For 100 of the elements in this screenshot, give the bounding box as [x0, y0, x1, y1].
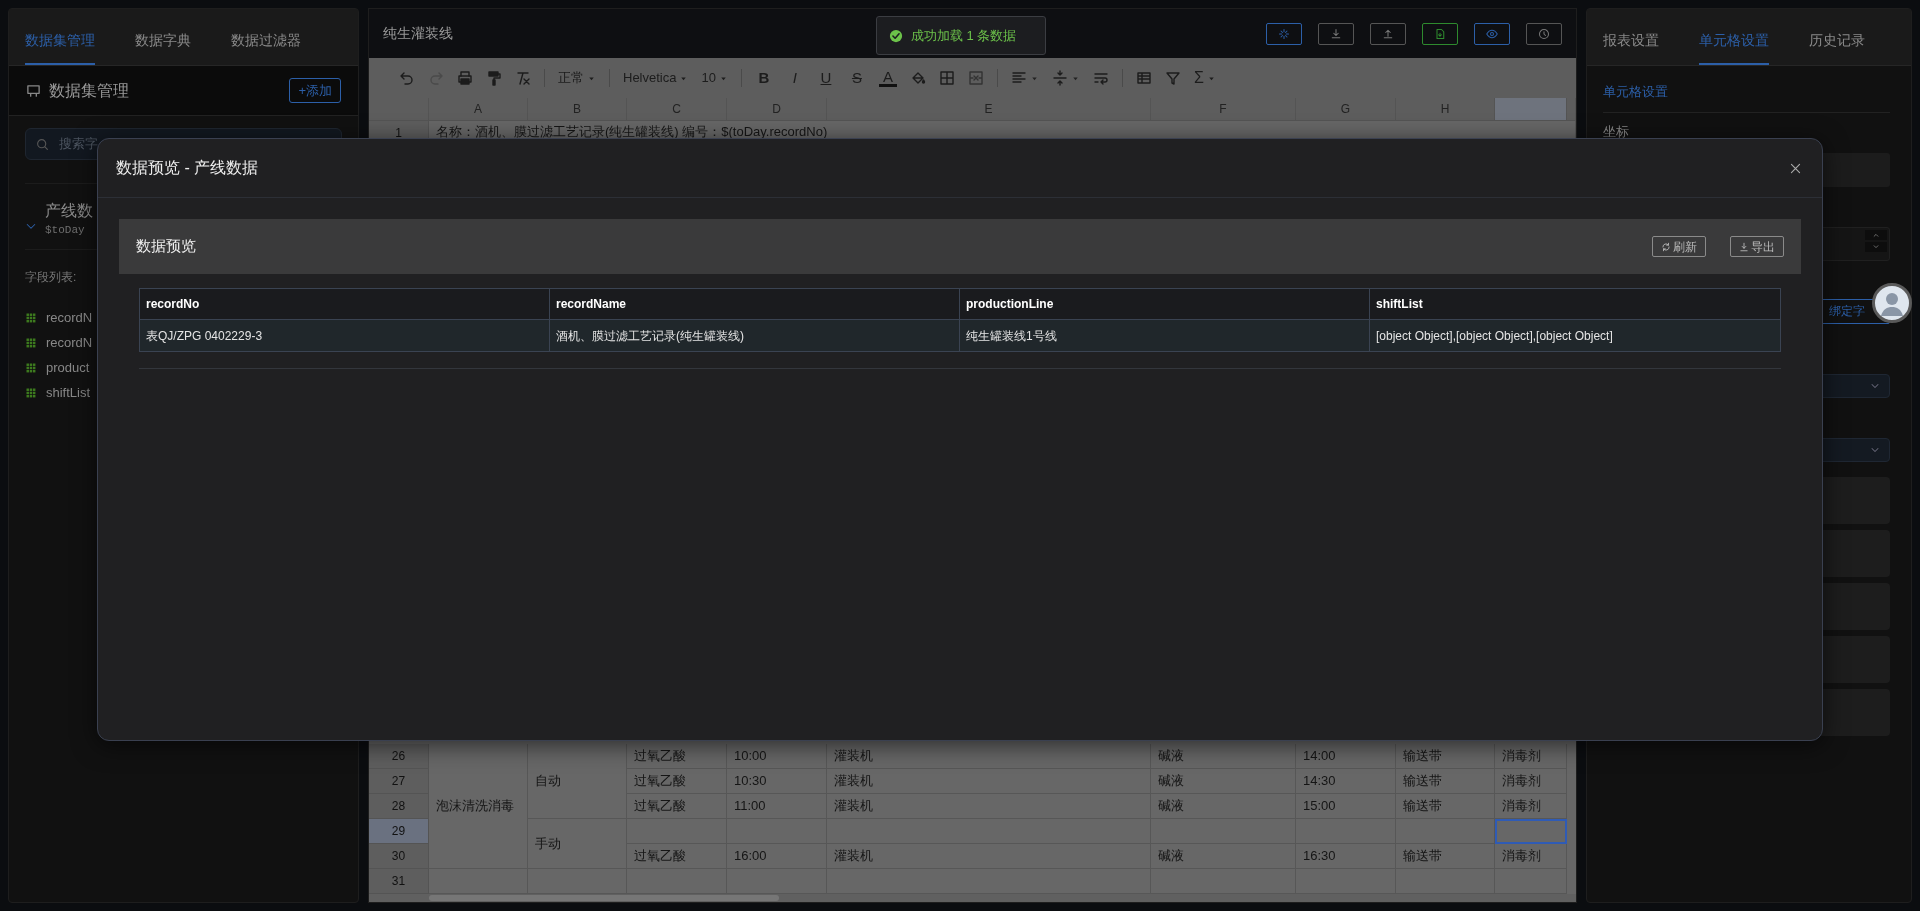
vertical-align-icon[interactable]: [1051, 70, 1068, 86]
corner-cell[interactable]: [369, 98, 429, 121]
table-cell[interactable]: 输送带: [1396, 744, 1495, 769]
field-name[interactable]: recordN: [46, 333, 93, 353]
panel-tab[interactable]: 数据字典: [135, 30, 191, 65]
clear-format-icon[interactable]: [515, 70, 531, 86]
table-cell[interactable]: 10:00: [727, 744, 827, 769]
preview-button[interactable]: [1474, 22, 1510, 45]
column-header[interactable]: [1495, 98, 1567, 121]
field-name[interactable]: recordN: [46, 308, 93, 328]
dataset-name[interactable]: 产线数: [45, 200, 93, 222]
download-button[interactable]: [1318, 22, 1354, 45]
column-header[interactable]: B: [528, 98, 627, 121]
paint-format-icon[interactable]: [486, 70, 502, 86]
empty-cell[interactable]: [1396, 819, 1495, 844]
chevron-down-icon[interactable]: [1865, 241, 1887, 252]
bold-button[interactable]: B: [754, 69, 773, 87]
row-number[interactable]: 29: [369, 819, 429, 844]
column-header[interactable]: D: [727, 98, 827, 121]
row-number[interactable]: 28: [369, 794, 429, 819]
row-number[interactable]: 31: [369, 869, 429, 894]
table-cell[interactable]: 过氧乙酸: [627, 769, 727, 794]
wrap-text-icon[interactable]: [1092, 70, 1109, 86]
modal-title: 数据预览 - 产线数据: [116, 158, 259, 178]
table-cell[interactable]: 过氧乙酸: [627, 794, 727, 819]
wand-button[interactable]: [1266, 22, 1302, 45]
monitor-icon: [26, 83, 41, 98]
refresh-icon: [1661, 241, 1671, 252]
report-title: 纯生灌装线: [383, 24, 453, 43]
column-header[interactable]: A: [429, 98, 528, 121]
field-name[interactable]: shiftList: [46, 383, 91, 403]
panel-tab[interactable]: 历史记录: [1809, 30, 1865, 65]
upload-button[interactable]: [1370, 22, 1406, 45]
close-icon[interactable]: [1789, 161, 1802, 175]
filter-icon[interactable]: [1164, 70, 1181, 86]
column-header[interactable]: G: [1296, 98, 1396, 121]
undo-icon[interactable]: [399, 70, 415, 86]
table-cell[interactable]: 碱液: [1151, 769, 1296, 794]
row-number[interactable]: 27: [369, 769, 429, 794]
column-header[interactable]: H: [1396, 98, 1495, 121]
table-cell[interactable]: 15:00: [1296, 794, 1396, 819]
border-icon[interactable]: [938, 70, 955, 86]
table-cell[interactable]: 10:30: [727, 769, 827, 794]
table-icon[interactable]: [1135, 70, 1152, 86]
scrollbar-thumb[interactable]: [429, 895, 779, 901]
table-cell[interactable]: 消毒剂: [1495, 769, 1567, 794]
table-cell[interactable]: 碱液: [1151, 744, 1296, 769]
table-cell[interactable]: 灌装机: [827, 744, 1151, 769]
table-cell[interactable]: 灌装机: [827, 844, 1151, 869]
style-select[interactable]: 正常: [558, 68, 596, 88]
column-header: recordName: [550, 289, 960, 320]
size-select[interactable]: 10: [701, 68, 728, 88]
table-cell[interactable]: 灌装机: [827, 769, 1151, 794]
table-cell[interactable]: 11:00: [727, 794, 827, 819]
table-cell[interactable]: [1495, 819, 1567, 844]
color-button[interactable]: A: [878, 69, 897, 87]
add-button[interactable]: +添加: [289, 77, 341, 104]
column-header[interactable]: E: [827, 98, 1151, 121]
row-number[interactable]: 26: [369, 744, 429, 769]
print-icon[interactable]: [457, 70, 473, 86]
table-cell[interactable]: 14:00: [1296, 744, 1396, 769]
field-name[interactable]: product: [46, 358, 90, 378]
export-button[interactable]: 导出: [1730, 236, 1784, 257]
table-cell[interactable]: 16:30: [1296, 844, 1396, 869]
row-number[interactable]: 30: [369, 844, 429, 869]
search-input[interactable]: 搜索字: [57, 133, 331, 155]
table-cell[interactable]: 过氧乙酸: [627, 844, 727, 869]
export-button[interactable]: [1422, 22, 1458, 45]
panel-tab[interactable]: 数据过滤器: [231, 30, 301, 65]
table-cell[interactable]: 输送带: [1396, 769, 1495, 794]
align-left-icon[interactable]: [1010, 70, 1027, 86]
panel-tab[interactable]: 报表设置: [1603, 30, 1659, 65]
table-cell[interactable]: 14:30: [1296, 769, 1396, 794]
merge-cells-icon[interactable]: [967, 70, 984, 86]
table-cell: [object Object],[object Object],[object Object]: [1370, 320, 1780, 351]
table-cell[interactable]: 碱液: [1151, 794, 1296, 819]
chevron-up-icon[interactable]: [1865, 229, 1887, 240]
table-cell: 纯生罐装线1号线: [960, 320, 1370, 351]
column-header[interactable]: F: [1151, 98, 1296, 121]
table-cell[interactable]: 过氧乙酸: [627, 744, 727, 769]
column-header[interactable]: C: [627, 98, 727, 121]
table-cell[interactable]: 输送带: [1396, 844, 1495, 869]
table-cell[interactable]: 16:00: [727, 844, 827, 869]
underline-button[interactable]: U: [816, 69, 835, 87]
table-cell: 自动: [528, 744, 627, 819]
function-button[interactable]: Σ: [1193, 66, 1216, 90]
table-cell[interactable]: 消毒剂: [1495, 744, 1567, 769]
fill-color-icon[interactable]: [909, 70, 926, 86]
grid-icon: [25, 312, 37, 324]
table-cell[interactable]: 灌装机: [827, 794, 1151, 819]
font-select[interactable]: Helvetica: [623, 68, 689, 88]
refresh-button[interactable]: 刷新: [1652, 236, 1706, 257]
table-cell[interactable]: 输送带: [1396, 794, 1495, 819]
italic-button[interactable]: I: [785, 69, 804, 87]
table-cell[interactable]: 消毒剂: [1495, 844, 1567, 869]
table-cell[interactable]: 碱液: [1151, 844, 1296, 869]
strike-button[interactable]: S: [847, 69, 866, 87]
history-button[interactable]: [1526, 22, 1562, 45]
panel-tab[interactable]: 单元格设置: [1699, 30, 1769, 65]
table-cell[interactable]: 消毒剂: [1495, 794, 1567, 819]
